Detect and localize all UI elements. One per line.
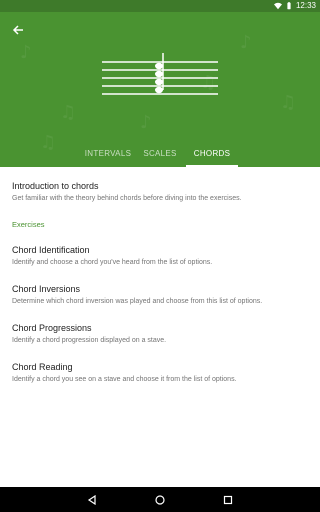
- exercise-subtitle: Identify and choose a chord you've heard…: [12, 259, 213, 266]
- status-icons: 12:33: [273, 1, 316, 10]
- status-time: 12:33: [295, 1, 316, 10]
- navigation-bar: [0, 487, 320, 512]
- tab-bar: INTERVALS SCALES CHORDS: [0, 141, 320, 167]
- exercise-subtitle: Identify a chord you see on a stave and …: [12, 376, 237, 383]
- exercise-subtitle: Determine which chord inversion was play…: [12, 298, 263, 305]
- exercise-title: Chord Progressions: [12, 323, 92, 333]
- exercise-item-chord-identification[interactable]: Chord Identification Identify and choose…: [12, 245, 312, 266]
- wifi-icon: [273, 2, 282, 9]
- nav-home-icon: [155, 495, 165, 505]
- intro-item[interactable]: Introduction to chords Get familiar with…: [12, 181, 312, 202]
- exercise-title: Chord Identification: [12, 245, 90, 255]
- tab-chords[interactable]: CHORDS: [186, 141, 238, 167]
- intro-subtitle: Get familiar with the theory behind chor…: [12, 195, 242, 202]
- staff-chord-illustration: [102, 53, 218, 95]
- exercise-item-chord-progressions[interactable]: Chord Progressions Identify a chord prog…: [12, 323, 312, 344]
- exercise-title: Chord Inversions: [12, 284, 81, 294]
- nav-back-button[interactable]: [83, 491, 101, 509]
- exercise-item-chord-inversions[interactable]: Chord Inversions Determine which chord i…: [12, 284, 312, 305]
- battery-icon: [287, 1, 291, 9]
- header: ♪ ♫ ♪ ♫ ♪ ♫ ♫ INTERVALS SCALES CHORDS: [0, 12, 320, 167]
- exercise-title: Chord Reading: [12, 362, 73, 372]
- exercise-subtitle: Identify a chord progression displayed o…: [12, 337, 167, 344]
- back-button[interactable]: [8, 20, 28, 40]
- nav-back-icon: [87, 495, 96, 505]
- nav-recents-button[interactable]: [219, 491, 237, 509]
- exercises-section-label: Exercises: [12, 220, 45, 229]
- status-bar: 12:33: [0, 0, 320, 12]
- tab-intervals[interactable]: INTERVALS: [82, 141, 134, 167]
- tab-scales[interactable]: SCALES: [140, 141, 180, 167]
- intro-title: Introduction to chords: [12, 181, 99, 191]
- nav-recents-icon: [223, 495, 233, 505]
- exercise-item-chord-reading[interactable]: Chord Reading Identify a chord you see o…: [12, 362, 312, 383]
- tab-indicator: [186, 165, 238, 167]
- arrow-back-icon: [12, 25, 23, 35]
- nav-home-button[interactable]: [151, 491, 169, 509]
